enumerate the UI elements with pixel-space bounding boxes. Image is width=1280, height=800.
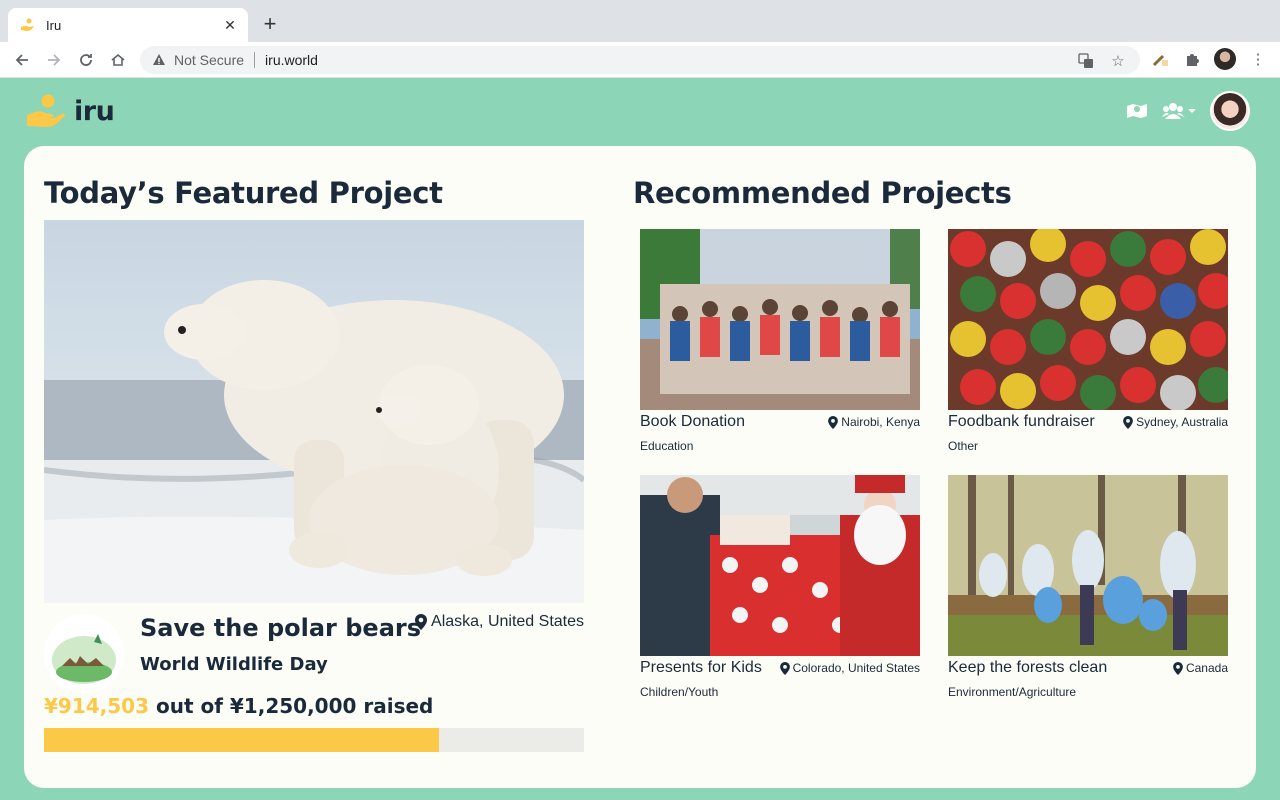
recommended-project-image[interactable] bbox=[948, 475, 1228, 656]
browser-tabstrip: Iru ✕ + bbox=[0, 0, 1280, 42]
recommended-project-category: Environment/Agriculture bbox=[948, 685, 1077, 699]
browser-menu-icon[interactable]: ⋮ bbox=[1248, 49, 1268, 69]
recommended-project-image[interactable] bbox=[948, 229, 1228, 410]
forward-icon[interactable] bbox=[42, 48, 66, 72]
extensions-area: ⋮ bbox=[1150, 48, 1268, 70]
warning-icon bbox=[153, 54, 165, 65]
recommended-project-card[interactable]: Keep the forests clean Canada Environmen… bbox=[948, 475, 1228, 699]
eyedropper-extension-icon[interactable] bbox=[1150, 49, 1170, 69]
location-pin-icon bbox=[779, 661, 790, 675]
app-header: iru bbox=[0, 79, 1280, 145]
user-profile-avatar[interactable] bbox=[1210, 91, 1250, 131]
address-bar[interactable]: Not Secure iru.world ☆ bbox=[140, 46, 1140, 74]
recommended-project-title[interactable]: Book Donation bbox=[640, 413, 745, 431]
featured-section-title: Today’s Featured Project bbox=[44, 176, 443, 210]
header-actions bbox=[1126, 91, 1250, 131]
location-pin-icon bbox=[828, 415, 839, 429]
recommended-project-title[interactable]: Presents for Kids bbox=[640, 659, 762, 677]
map-icon[interactable] bbox=[1126, 102, 1148, 120]
recommended-project-card[interactable]: Book Donation Nairobi, Kenya Education bbox=[640, 229, 920, 453]
hand-heart-logo-icon bbox=[27, 94, 65, 127]
featured-project-name[interactable]: Save the polar bears bbox=[140, 614, 421, 642]
featured-location-text: Alaska, United States bbox=[431, 613, 584, 630]
recommended-project-category: Other bbox=[948, 439, 979, 453]
featured-organization-name[interactable]: World Wildlife Day bbox=[140, 654, 328, 675]
logo-text: iru bbox=[74, 95, 115, 127]
recommended-project-location-text: Canada bbox=[1185, 661, 1228, 675]
community-users-icon[interactable] bbox=[1162, 102, 1196, 120]
recommended-project-location: Canada bbox=[1173, 661, 1228, 675]
recommended-project-location: Sydney, Australia bbox=[1123, 415, 1228, 429]
raised-goal-text: out of ¥1,250,000 raised bbox=[155, 694, 434, 718]
recommended-project-image[interactable] bbox=[640, 475, 920, 656]
not-secure-label: Not Secure bbox=[174, 52, 245, 68]
home-icon[interactable] bbox=[106, 48, 130, 72]
tab-close-icon[interactable]: ✕ bbox=[222, 17, 238, 34]
featured-project-image[interactable] bbox=[44, 220, 584, 603]
iru-logo[interactable]: iru bbox=[26, 93, 115, 129]
funding-progress-fill bbox=[44, 728, 440, 752]
reload-icon[interactable] bbox=[74, 48, 98, 72]
featured-location: Alaska, United States bbox=[415, 613, 584, 631]
tab-title: Iru bbox=[46, 17, 62, 33]
recommended-project-title[interactable]: Foodbank fundraiser bbox=[948, 413, 1095, 431]
recommended-project-location-text: Nairobi, Kenya bbox=[841, 415, 920, 429]
bookmark-star-icon[interactable]: ☆ bbox=[1108, 51, 1128, 71]
recommended-project-location: Nairobi, Kenya bbox=[828, 415, 920, 429]
iru-favicon-icon bbox=[21, 18, 34, 31]
new-tab-button[interactable]: + bbox=[258, 10, 282, 38]
recommended-project-location-text: Colorado, United States bbox=[792, 661, 920, 675]
recommended-project-title[interactable]: Keep the forests clean bbox=[948, 659, 1107, 677]
browser-profile-avatar[interactable] bbox=[1214, 48, 1236, 70]
raised-summary: ¥914,503 out of ¥1,250,000 raised bbox=[44, 694, 433, 718]
raised-amount: ¥914,503 bbox=[44, 694, 150, 718]
translate-icon[interactable] bbox=[1076, 51, 1096, 71]
world-wildlife-day-logo bbox=[44, 614, 124, 694]
url-text: iru.world bbox=[265, 52, 318, 68]
extensions-puzzle-icon[interactable] bbox=[1182, 49, 1202, 69]
browser-tab[interactable]: Iru ✕ bbox=[8, 8, 248, 42]
omnibox-divider bbox=[254, 52, 256, 68]
back-icon[interactable] bbox=[10, 48, 34, 72]
recommended-project-card[interactable]: Presents for Kids Colorado, United State… bbox=[640, 475, 920, 699]
browser-toolbar: Not Secure iru.world ☆ ⋮ bbox=[0, 42, 1280, 78]
recommended-project-location: Colorado, United States bbox=[779, 661, 920, 675]
recommended-project-card[interactable]: Foodbank fundraiser Sydney, Australia Ot… bbox=[948, 229, 1228, 453]
main-card: Today’s Featured Project Save the polar … bbox=[24, 146, 1256, 788]
funding-progress-bar bbox=[44, 728, 584, 752]
location-pin-icon bbox=[415, 614, 428, 630]
recommended-project-category: Children/Youth bbox=[640, 685, 719, 699]
recommended-project-location-text: Sydney, Australia bbox=[1136, 415, 1228, 429]
recommended-project-image[interactable] bbox=[640, 229, 920, 410]
recommended-section-title: Recommended Projects bbox=[633, 176, 1012, 210]
location-pin-icon bbox=[1173, 661, 1183, 675]
recommended-project-category: Education bbox=[640, 439, 694, 453]
location-pin-icon bbox=[1123, 415, 1134, 429]
